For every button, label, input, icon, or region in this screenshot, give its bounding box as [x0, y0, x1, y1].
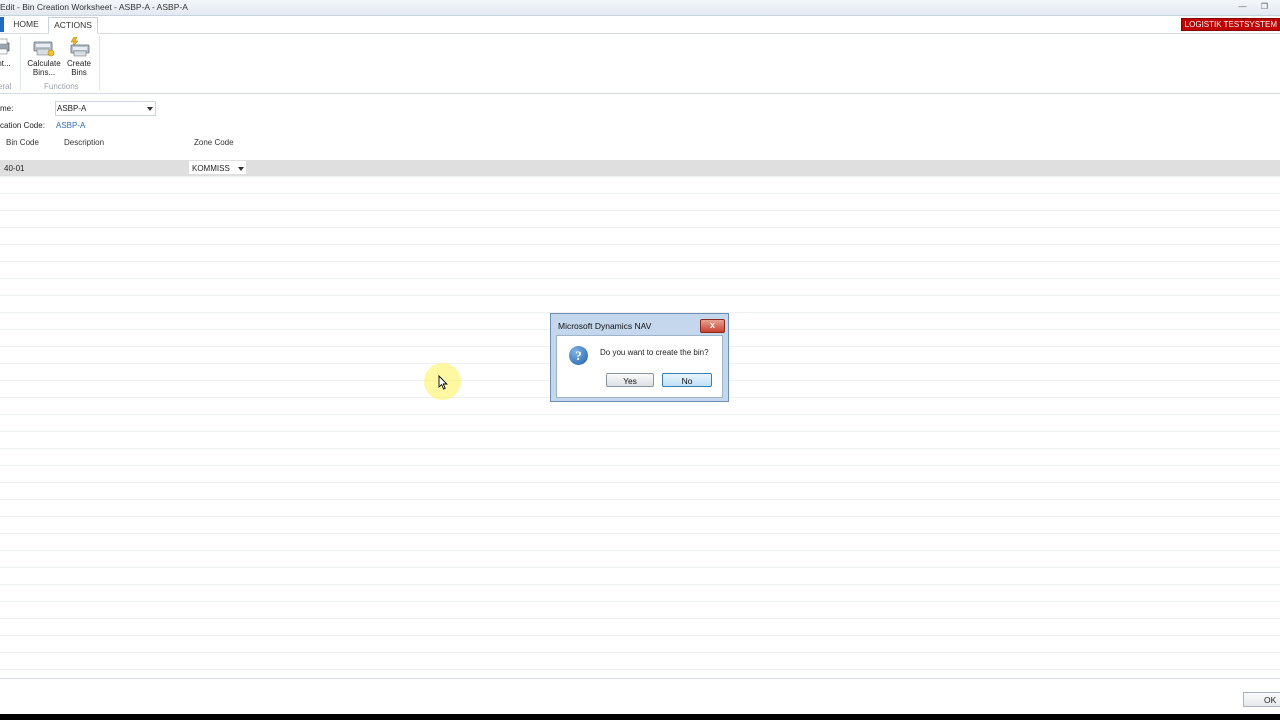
table-row[interactable]: [0, 500, 1280, 517]
column-header-zone-code[interactable]: Zone Code: [194, 138, 234, 147]
mouse-pointer-icon: [438, 374, 448, 392]
screen-bottom-edge: [0, 714, 1280, 720]
zone-code-select[interactable]: KOMMISS: [189, 161, 246, 174]
calculate-bins-button[interactable]: Calculate Bins...: [25, 37, 63, 77]
chevron-down-icon: [147, 107, 153, 111]
table-row[interactable]: 40-01 KOMMISS: [0, 160, 1280, 177]
general-group-label: eral: [0, 82, 12, 91]
tab-actions[interactable]: ACTIONS: [48, 17, 98, 34]
question-icon: ?: [569, 346, 588, 365]
table-row[interactable]: [0, 585, 1280, 602]
location-code-label: cation Code:: [0, 121, 45, 130]
table-row[interactable]: [0, 228, 1280, 245]
ribbon: nt... eral Calculate Bins... Create Bins: [0, 34, 1280, 94]
table-row[interactable]: [0, 483, 1280, 500]
table-row[interactable]: [0, 517, 1280, 534]
yes-button[interactable]: Yes: [606, 373, 654, 387]
table-row[interactable]: [0, 432, 1280, 449]
table-row[interactable]: [0, 211, 1280, 228]
table-row[interactable]: [0, 534, 1280, 551]
ribbon-tab-strip: HOME ACTIONS LOGISTIK TESTSYSTEM: [0, 16, 1280, 34]
tab-home[interactable]: HOME: [8, 17, 44, 32]
dialog-title: Microsoft Dynamics NAV: [558, 321, 652, 331]
table-row[interactable]: [0, 177, 1280, 194]
printer-icon: [0, 37, 11, 57]
table-row[interactable]: [0, 466, 1280, 483]
worksheet-grid: 40-01 KOMMISS: [0, 160, 1280, 678]
table-row[interactable]: [0, 262, 1280, 279]
print-button[interactable]: nt...: [0, 37, 12, 68]
group-divider: [20, 36, 21, 90]
confirm-dialog: Microsoft Dynamics NAV x ? Do you want t…: [550, 313, 729, 402]
chevron-down-icon: [238, 167, 244, 171]
company-badge: LOGISTIK TESTSYSTEM: [1180, 18, 1280, 31]
print-button-label: nt...: [0, 59, 11, 68]
location-code-value[interactable]: ASBP-A: [56, 121, 85, 130]
table-row[interactable]: [0, 653, 1280, 670]
table-row[interactable]: [0, 568, 1280, 585]
table-row[interactable]: [0, 619, 1280, 636]
table-row[interactable]: [0, 279, 1280, 296]
calculate-bins-label-2: Bins...: [32, 68, 56, 77]
application-menu-button[interactable]: [0, 17, 4, 32]
create-bins-label-2: Bins: [71, 68, 87, 77]
restore-button[interactable]: ❐: [1256, 2, 1273, 12]
table-row[interactable]: [0, 449, 1280, 466]
minimize-button[interactable]: —: [1234, 2, 1251, 12]
table-row[interactable]: [0, 296, 1280, 313]
footer-bar: [0, 678, 1280, 715]
dialog-body: ? Do you want to create the bin? Yes No: [556, 335, 723, 398]
create-bins-button[interactable]: Create Bins: [64, 36, 94, 77]
close-button[interactable]: x: [700, 319, 725, 333]
close-icon: x: [709, 320, 715, 330]
window-title: Edit - Bin Creation Worksheet - ASBP-A -…: [0, 2, 188, 12]
name-label: me:: [0, 104, 14, 113]
functions-group-label: Functions: [44, 82, 79, 91]
calculate-bins-icon: [33, 37, 55, 57]
no-button[interactable]: No: [662, 373, 712, 387]
table-row[interactable]: [0, 636, 1280, 653]
calculate-bins-label-1: Calculate: [27, 59, 61, 68]
zone-code-value: KOMMISS: [192, 164, 230, 173]
column-header-bin-code[interactable]: Bin Code: [6, 138, 39, 147]
name-select[interactable]: ASBP-A: [55, 101, 156, 116]
column-header-description[interactable]: Description: [64, 138, 104, 147]
ok-button[interactable]: OK: [1243, 692, 1280, 707]
dialog-message: Do you want to create the bin?: [600, 348, 709, 357]
bin-code-cell[interactable]: 40-01: [4, 164, 24, 173]
table-row[interactable]: [0, 602, 1280, 619]
table-row[interactable]: [0, 245, 1280, 262]
table-row[interactable]: [0, 415, 1280, 432]
name-select-value: ASBP-A: [57, 104, 87, 113]
create-bins-label-1: Create: [66, 59, 91, 68]
create-bins-icon: [68, 36, 90, 57]
table-row[interactable]: [0, 194, 1280, 211]
group-divider: [99, 36, 100, 90]
table-row[interactable]: [0, 551, 1280, 568]
window-titlebar: Edit - Bin Creation Worksheet - ASBP-A -…: [0, 0, 1280, 16]
